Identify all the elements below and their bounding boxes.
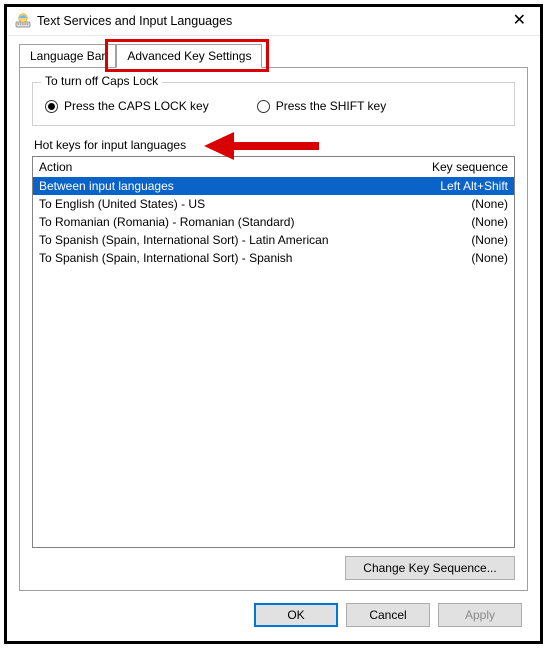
list-item-keysequence: Left Alt+Shift <box>408 179 508 193</box>
radio-indicator-icon <box>45 100 58 113</box>
list-item-action: To Romanian (Romania) - Romanian (Standa… <box>39 215 408 229</box>
button-label: OK <box>287 608 304 622</box>
capslock-groupbox: To turn off Caps Lock Press the CAPS LOC… <box>32 82 515 126</box>
list-item-keysequence: (None) <box>408 251 508 265</box>
ok-button[interactable]: OK <box>254 603 338 627</box>
list-item-keysequence: (None) <box>408 233 508 247</box>
apply-button: Apply <box>438 603 522 627</box>
tab-language-bar[interactable]: Language Bar <box>19 44 116 68</box>
list-item-action: To Spanish (Spain, International Sort) -… <box>39 251 408 265</box>
tab-content: To turn off Caps Lock Press the CAPS LOC… <box>19 67 528 591</box>
list-item-action: To Spanish (Spain, International Sort) -… <box>39 233 408 247</box>
list-item[interactable]: To Spanish (Spain, International Sort) -… <box>33 249 514 267</box>
radio-indicator-icon <box>257 100 270 113</box>
groupbox-title: To turn off Caps Lock <box>41 74 162 88</box>
listview-rows: Between input languagesLeft Alt+ShiftTo … <box>33 177 514 547</box>
cancel-button[interactable]: Cancel <box>346 603 430 627</box>
list-item-keysequence: (None) <box>408 215 508 229</box>
button-label: Cancel <box>369 608 406 622</box>
column-header-action: Action <box>39 160 398 174</box>
titlebar: Text Services and Input Languages ✕ <box>7 7 540 36</box>
list-item[interactable]: To English (United States) - US(None) <box>33 195 514 213</box>
dialog-footer: OK Cancel Apply <box>7 591 540 641</box>
list-item-action: Between input languages <box>39 179 408 193</box>
column-header-keysequence: Key sequence <box>398 160 508 174</box>
list-item[interactable]: To Romanian (Romania) - Romanian (Standa… <box>33 213 514 231</box>
tab-label: Advanced Key Settings <box>127 49 251 63</box>
radio-shift-key[interactable]: Press the SHIFT key <box>257 99 386 113</box>
hotkeys-listview[interactable]: Action Key sequence Between input langua… <box>32 156 515 548</box>
hotkeys-label-text: Hot keys for input languages <box>34 138 186 152</box>
close-icon[interactable]: ✕ <box>507 13 532 29</box>
button-label: Apply <box>465 608 495 622</box>
tabstrip: Language Bar Advanced Key Settings <box>19 44 528 68</box>
app-icon <box>15 13 31 29</box>
button-label: Change Key Sequence... <box>363 561 496 575</box>
list-item[interactable]: To Spanish (Spain, International Sort) -… <box>33 231 514 249</box>
hotkeys-section-label: Hot keys for input languages <box>34 138 515 152</box>
list-item[interactable]: Between input languagesLeft Alt+Shift <box>33 177 514 195</box>
window-title: Text Services and Input Languages <box>37 14 507 28</box>
list-item-keysequence: (None) <box>408 197 508 211</box>
radio-label: Press the CAPS LOCK key <box>64 99 209 113</box>
radio-label: Press the SHIFT key <box>276 99 386 113</box>
change-key-sequence-button[interactable]: Change Key Sequence... <box>345 556 515 580</box>
list-item-action: To English (United States) - US <box>39 197 408 211</box>
tab-advanced-key-settings[interactable]: Advanced Key Settings <box>116 44 262 68</box>
tab-label: Language Bar <box>30 49 105 63</box>
listview-header: Action Key sequence <box>33 157 514 177</box>
radio-capslock-key[interactable]: Press the CAPS LOCK key <box>45 99 209 113</box>
